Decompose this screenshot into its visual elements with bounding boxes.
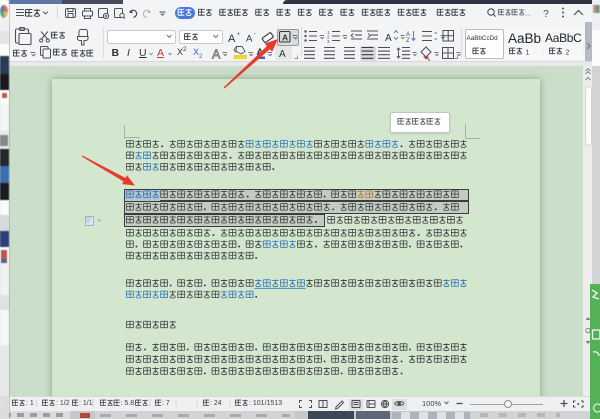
svg-text:3: 3: [327, 39, 330, 44]
svg-text:A: A: [212, 48, 221, 62]
svg-text:A: A: [385, 33, 392, 44]
svg-text:1: 1: [526, 50, 530, 57]
svg-text:A: A: [282, 33, 288, 43]
svg-text:Z: Z: [406, 38, 410, 44]
svg-text:-: -: [254, 31, 257, 38]
svg-text:?: ?: [543, 8, 549, 20]
svg-text:A: A: [279, 49, 286, 60]
svg-text:A: A: [228, 33, 236, 45]
svg-text:...: ...: [525, 11, 531, 18]
svg-text:2: 2: [566, 50, 570, 57]
svg-text:+: +: [237, 31, 241, 38]
svg-text:A: A: [246, 34, 253, 45]
